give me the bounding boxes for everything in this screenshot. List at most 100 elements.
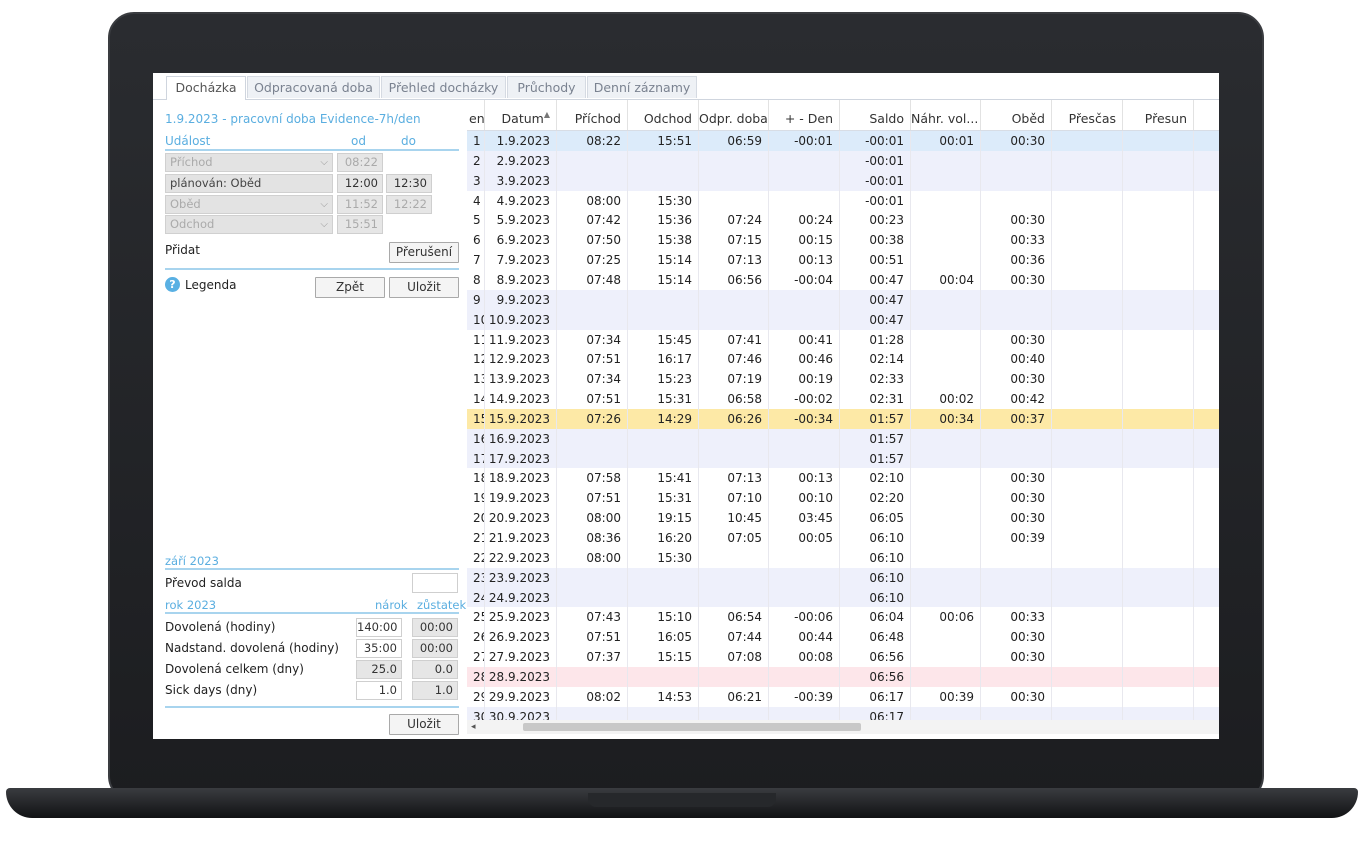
table-cell (1123, 210, 1194, 231)
table-row[interactable]: 2626.9.202307:5116:0507:4400:4406:48 00:3… (467, 627, 1219, 648)
table-row[interactable]: 3 3.9.2023 -00:01 (467, 170, 1219, 191)
table-row[interactable]: 2121.9.202308:3616:2007:0500:0506:10 00:3… (467, 528, 1219, 548)
table-row[interactable]: 1212.9.202307:5116:1707:4600:4602:14 00:4… (467, 349, 1219, 370)
table-cell: 15:31 (628, 389, 699, 410)
table-cell (699, 666, 769, 687)
table-cell: 15:36 (628, 210, 699, 231)
table-row[interactable]: 1313.9.202307:3415:2307:1900:1902:33 00:3… (467, 369, 1219, 390)
table-row[interactable]: 2222.9.202308:0015:30 06:10 (467, 547, 1219, 568)
table-cell: 00:39 (911, 686, 981, 707)
narok-header: nárok (375, 598, 408, 612)
column-header[interactable]: Příchod (557, 100, 628, 130)
tab-odpracovana-doba[interactable]: Odpracovaná doba (247, 76, 380, 98)
table-row[interactable]: 1717.9.2023 01:57 (467, 448, 1219, 469)
table-cell: 07:46 (699, 349, 769, 370)
column-header[interactable]: Datum▲ (485, 100, 557, 130)
column-header[interactable]: Odpr. doba (699, 100, 769, 130)
sort-ascending-icon[interactable]: ▲ (544, 110, 550, 119)
legenda-link[interactable]: Legenda (185, 278, 236, 292)
column-header[interactable]: Přesčas (1052, 100, 1123, 130)
table-row[interactable]: 2020.9.202308:0019:1510:4503:4506:05 00:3… (467, 508, 1219, 529)
event-do-time[interactable]: 12:30 (386, 174, 432, 193)
chevron-down-icon[interactable]: ⌵ (320, 154, 328, 171)
column-header[interactable]: Přesun (1123, 100, 1194, 130)
app-screen: Docházka Odpracovaná doba Přehled docház… (153, 73, 1219, 739)
table-cell (911, 150, 981, 171)
ulozit-bottom-button[interactable]: Uložit (389, 714, 459, 735)
table-row[interactable]: 1111.9.202307:3415:4507:4100:4101:28 00:3… (467, 329, 1219, 350)
horizontal-scrollbar[interactable]: ◂ (467, 720, 1219, 734)
table-row[interactable]: 1919.9.202307:5115:3107:1000:1002:20 00:3… (467, 488, 1219, 509)
table-row[interactable]: 2323.9.2023 06:10 (467, 567, 1219, 588)
zustatek-value: 00:00 (412, 639, 458, 658)
event-select[interactable]: plánován: Oběd (165, 174, 333, 193)
table-row[interactable]: 2525.9.202307:4315:1006:54-00:0606:0400:… (467, 607, 1219, 628)
tab-prehled-dochazky[interactable]: Přehled docházky (381, 76, 506, 98)
table-cell (628, 170, 699, 191)
event-od-time[interactable]: 11:52 (337, 195, 383, 214)
table-cell: 03:45 (769, 508, 840, 529)
table-cell: 06:26 (699, 408, 769, 429)
table-cell (699, 587, 769, 608)
event-select[interactable]: Příchod ⌵ (165, 153, 333, 172)
table-cell (1123, 131, 1194, 151)
table-cell (1123, 587, 1194, 608)
table-row[interactable]: 2727.9.202307:3715:1507:0800:0806:56 00:3… (467, 647, 1219, 668)
scroll-left-icon[interactable]: ◂ (471, 720, 476, 734)
column-header[interactable]: Oběd (981, 100, 1052, 130)
zpet-button[interactable]: Zpět (315, 277, 385, 298)
event-od-time[interactable]: 12:00 (337, 174, 383, 193)
scroll-thumb[interactable] (523, 723, 861, 731)
narok-input[interactable]: 35:00 (356, 639, 402, 658)
table-cell (1123, 508, 1194, 529)
column-header[interactable]: en (467, 100, 485, 130)
table-row[interactable]: 1010.9.2023 00:47 (467, 309, 1219, 330)
column-header[interactable]: Odchod (628, 100, 699, 130)
table-row[interactable]: 9 9.9.2023 00:47 (467, 289, 1219, 310)
table-row[interactable]: 2828.9.2023 06:56 (467, 666, 1219, 687)
chevron-down-icon[interactable]: ⌵ (320, 196, 328, 213)
event-do-time[interactable]: 12:22 (386, 195, 432, 214)
narok-input[interactable]: 140:00 (356, 618, 402, 637)
table-cell: -00:01 (769, 131, 840, 151)
table-cell (1052, 587, 1123, 608)
table-row[interactable]: 2929.9.202308:0214:5306:21-00:3906:1700:… (467, 686, 1219, 707)
prevod-salda-input[interactable] (412, 573, 458, 593)
table-row[interactable]: 7 7.9.2023 07:25 15:14 07:13 00:13 00:51 00:36 (467, 250, 1219, 271)
table-row[interactable]: 1 1.9.2023 08:22 15:51 06:59 -00:01 -00:01 00:0… (467, 131, 1219, 151)
table-row[interactable]: 1515.9.202307:2614:2906:26-00:3401:5700:… (467, 408, 1219, 429)
tab-pruchody[interactable]: Průchody (507, 76, 586, 98)
event-od-time[interactable]: 15:51 (337, 215, 383, 234)
table-row[interactable]: 1818.9.202307:5815:4107:1300:1302:10 00:3… (467, 468, 1219, 489)
table-cell (1123, 389, 1194, 410)
table-row[interactable]: 2424.9.2023 06:10 (467, 587, 1219, 608)
ulozit-button[interactable]: Uložit (389, 277, 459, 298)
table-row[interactable]: 6 6.9.2023 07:50 15:38 07:15 00:15 00:38 00:33 (467, 230, 1219, 251)
table-row[interactable]: 8 8.9.2023 07:48 15:14 06:56 -00:04 00:47 00:04… (467, 269, 1219, 290)
balance-label: Dovolená celkem (dny) (165, 662, 304, 676)
table-cell: 24 (467, 587, 485, 608)
table-cell (769, 190, 840, 211)
event-select[interactable]: Oběd ⌵ (165, 195, 333, 214)
narok-input[interactable]: 1.0 (356, 681, 402, 700)
table-row[interactable]: 1616.9.2023 01:57 (467, 428, 1219, 449)
table-cell: 06:59 (699, 131, 769, 151)
table-row[interactable]: 2 2.9.2023 -00:01 (467, 150, 1219, 171)
table-row[interactable]: 5 5.9.2023 07:42 15:36 07:24 00:24 00:23 00:30 (467, 210, 1219, 231)
preruseni-button[interactable]: Přerušení (389, 242, 459, 263)
table-cell (911, 647, 981, 668)
column-header[interactable]: + - Den (769, 100, 840, 130)
year-label: rok 2023 (165, 598, 217, 612)
table-row[interactable]: 4 4.9.2023 08:00 15:30 -00:01 (467, 190, 1219, 211)
event-select[interactable]: Odchod ⌵ (165, 215, 333, 234)
column-header[interactable]: Náhr. vol... (911, 100, 981, 130)
help-icon[interactable]: ? (165, 277, 180, 292)
column-header[interactable]: Saldo (840, 100, 911, 130)
chevron-down-icon[interactable]: ⌵ (320, 216, 328, 233)
event-od-time[interactable]: 08:22 (337, 153, 383, 172)
tab-denni-zaznamy[interactable]: Denní záznamy (587, 76, 697, 98)
table-cell: 21 (467, 528, 485, 548)
table-row[interactable]: 1414.9.202307:5115:3106:58-00:0202:3100:… (467, 389, 1219, 410)
balance-label: Dovolená (hodiny) (165, 620, 276, 634)
tab-dochazka[interactable]: Docházka (166, 76, 246, 100)
